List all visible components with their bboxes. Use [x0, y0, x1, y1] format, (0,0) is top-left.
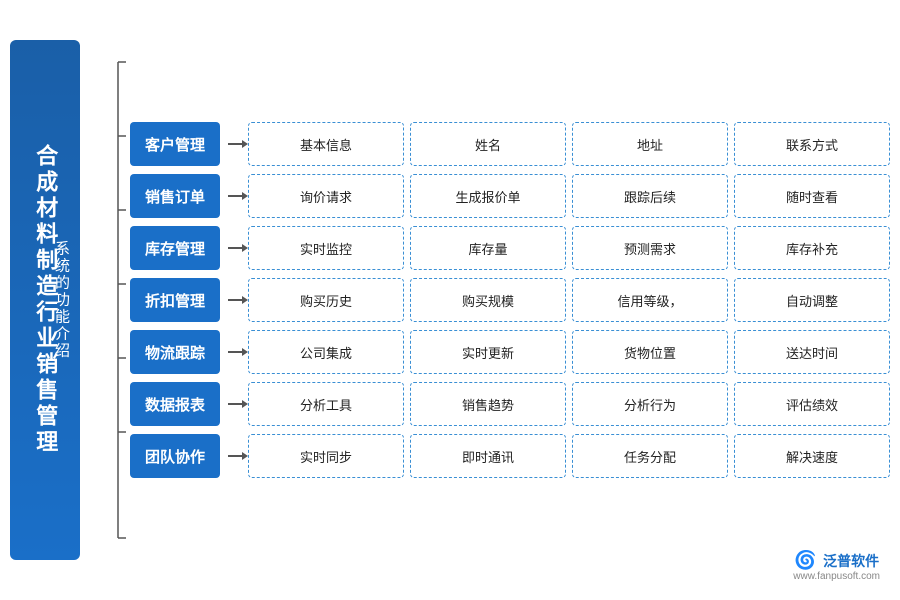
feature-box: 地址	[572, 122, 728, 166]
logo-area: 🌀 泛普软件 www.fanpusoft.com	[793, 550, 880, 582]
feature-box: 联系方式	[734, 122, 890, 166]
features-group: 购买历史购买规模信用等级，自动调整	[248, 278, 890, 322]
arrow-connector	[228, 143, 248, 145]
arrow-connector	[228, 299, 248, 301]
category-box: 物流跟踪	[130, 330, 220, 374]
features-group: 实时同步即时通讯任务分配解决速度	[248, 434, 890, 478]
features-group: 实时监控库存量预测需求库存补充	[248, 226, 890, 270]
arrow-connector	[228, 351, 248, 353]
logo-url: www.fanpusoft.com	[793, 571, 880, 582]
features-group: 分析工具销售趋势分析行为评估绩效	[248, 382, 890, 426]
feature-box: 公司集成	[248, 330, 404, 374]
arrow-connector	[228, 403, 248, 405]
category-box: 数据报表	[130, 382, 220, 426]
category-box: 销售订单	[130, 174, 220, 218]
feature-box: 分析行为	[572, 382, 728, 426]
feature-box: 询价请求	[248, 174, 404, 218]
feature-box: 信用等级，	[572, 278, 728, 322]
vertical-title: 合成材料制造行业销售管理 系统的功能介绍	[10, 40, 80, 560]
sub-title-text: 系统的功能介绍	[51, 241, 72, 360]
feature-box: 货物位置	[572, 330, 728, 374]
table-row: 销售订单询价请求生成报价单跟踪后续随时查看	[130, 174, 890, 218]
feature-box: 基本信息	[248, 122, 404, 166]
category-box: 客户管理	[130, 122, 220, 166]
arrow-connector	[228, 195, 248, 197]
category-box: 团队协作	[130, 434, 220, 478]
feature-box: 姓名	[410, 122, 566, 166]
feature-box: 库存量	[410, 226, 566, 270]
table-row: 折扣管理购买历史购买规模信用等级，自动调整	[130, 278, 890, 322]
feature-box: 预测需求	[572, 226, 728, 270]
feature-box: 购买历史	[248, 278, 404, 322]
feature-box: 生成报价单	[410, 174, 566, 218]
logo-icon: 🌀	[794, 550, 816, 571]
table-row: 物流跟踪公司集成实时更新货物位置送达时间	[130, 330, 890, 374]
category-box: 折扣管理	[130, 278, 220, 322]
feature-box: 实时监控	[248, 226, 404, 270]
bracket-svg	[90, 40, 126, 560]
features-group: 公司集成实时更新货物位置送达时间	[248, 330, 890, 374]
feature-box: 库存补充	[734, 226, 890, 270]
arrow-connector	[228, 455, 248, 457]
feature-box: 购买规模	[410, 278, 566, 322]
arrow-connector	[228, 247, 248, 249]
features-group: 基本信息姓名地址联系方式	[248, 122, 890, 166]
table-row: 数据报表分析工具销售趋势分析行为评估绩效	[130, 382, 890, 426]
feature-box: 跟踪后续	[572, 174, 728, 218]
features-group: 询价请求生成报价单跟踪后续随时查看	[248, 174, 890, 218]
table-row: 库存管理实时监控库存量预测需求库存补充	[130, 226, 890, 270]
feature-box: 实时同步	[248, 434, 404, 478]
category-box: 库存管理	[130, 226, 220, 270]
feature-box: 送达时间	[734, 330, 890, 374]
feature-box: 实时更新	[410, 330, 566, 374]
table-row: 团队协作实时同步即时通讯任务分配解决速度	[130, 434, 890, 478]
feature-box: 解决速度	[734, 434, 890, 478]
feature-box: 销售趋势	[410, 382, 566, 426]
table-row: 客户管理基本信息姓名地址联系方式	[130, 122, 890, 166]
feature-box: 评估绩效	[734, 382, 890, 426]
feature-box: 随时查看	[734, 174, 890, 218]
feature-box: 即时通讯	[410, 434, 566, 478]
feature-box: 分析工具	[248, 382, 404, 426]
feature-box: 自动调整	[734, 278, 890, 322]
content-area: 客户管理基本信息姓名地址联系方式销售订单询价请求生成报价单跟踪后续随时查看库存管…	[90, 40, 890, 560]
rows-list: 客户管理基本信息姓名地址联系方式销售订单询价请求生成报价单跟踪后续随时查看库存管…	[130, 122, 890, 478]
feature-box: 任务分配	[572, 434, 728, 478]
logo-name: 泛普软件	[823, 553, 879, 569]
